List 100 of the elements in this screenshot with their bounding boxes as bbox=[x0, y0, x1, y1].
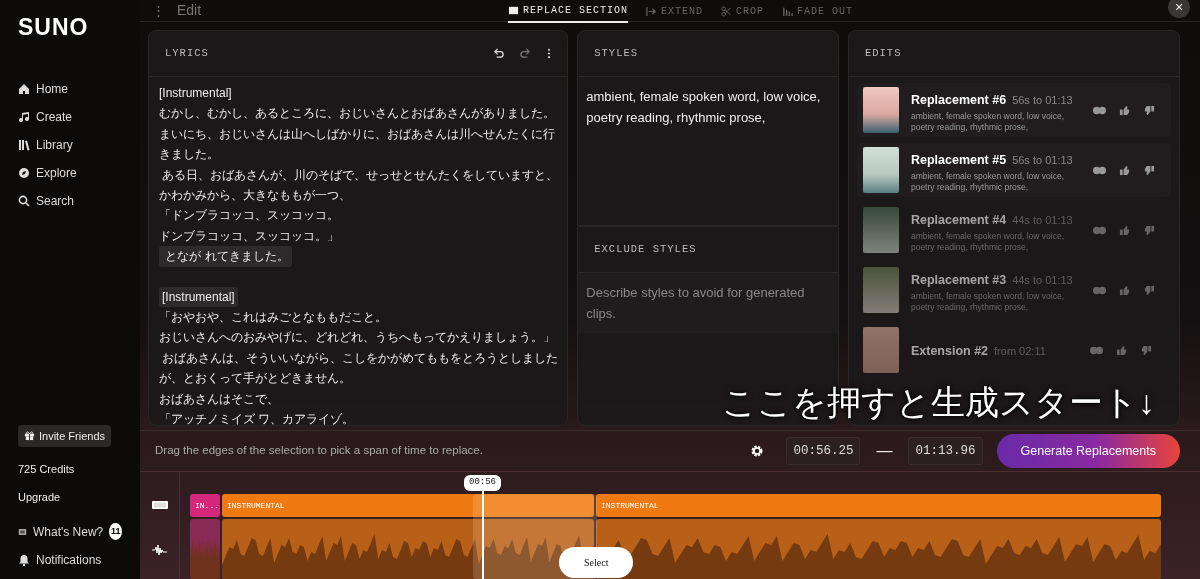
section-label: INSTRUMENTAL bbox=[222, 494, 594, 517]
redo-icon bbox=[520, 48, 532, 59]
notifications-link[interactable]: Notifications bbox=[18, 551, 122, 568]
thumbs-down-icon bbox=[1142, 104, 1156, 116]
thumbs-down-icon bbox=[1142, 284, 1156, 296]
lyric-line: ある日、おばあさんが、川のそばで、せっせとせんたくをしていますと、かわかみから、大きなももが一つ、 bbox=[159, 166, 560, 205]
panel-title: EDITS bbox=[864, 45, 902, 61]
edit-item[interactable]: Replacement #5 56s to 01:13 ambient, female spoken word, low voice, poetry reading, rhythmic prose, bbox=[856, 143, 1171, 197]
section-label: IN... bbox=[190, 494, 220, 517]
edit-title: Replacement #3 bbox=[910, 273, 1007, 287]
library-icon bbox=[18, 139, 30, 151]
photo-placeholder bbox=[862, 207, 899, 253]
edit-item[interactable]: Replacement #6 56s to 01:13 ambient, female spoken word, low voice, poetry reading, rhythmic prose, bbox=[856, 83, 1171, 137]
nav-link[interactable]: Home bbox=[18, 80, 122, 98]
edit-range: 44s to 01:13 bbox=[1012, 274, 1073, 286]
nav-link[interactable]: Explore bbox=[18, 164, 122, 182]
upgrade-link[interactable]: Upgrade bbox=[18, 488, 122, 505]
rectangle-icon bbox=[508, 5, 519, 16]
music-note-icon bbox=[18, 111, 30, 123]
more-menu-button[interactable]: ⋮ bbox=[152, 0, 165, 21]
hint-text: Drag the edges of the selection to pick a span of time to replace. bbox=[155, 443, 483, 459]
page-title: Edit bbox=[177, 1, 202, 20]
lyric-line: 「ドンブラコッコ、スッコッコ。 bbox=[159, 207, 340, 225]
time-field[interactable]: 01:13.96 bbox=[908, 436, 983, 466]
dash-text: — bbox=[876, 441, 893, 461]
bars-icon bbox=[782, 6, 794, 17]
compare-icon bbox=[1090, 344, 1103, 356]
nav-link[interactable]: Library bbox=[18, 136, 122, 154]
generate-button[interactable]: Generate Replacements bbox=[996, 433, 1180, 469]
thumbs-down-icon bbox=[1142, 164, 1156, 176]
thumbs-up-icon bbox=[1117, 224, 1131, 236]
credits-text: 725 Credits bbox=[18, 462, 76, 477]
lyric-line: 「おやおや、これはみごとなももだこと。 bbox=[159, 309, 388, 327]
gift-icon bbox=[24, 430, 35, 442]
select-button[interactable]: Select bbox=[559, 547, 634, 578]
logo: SUNO bbox=[18, 13, 90, 42]
edit-title: Replacement #4 bbox=[910, 213, 1007, 227]
photo-placeholder bbox=[862, 267, 899, 313]
edit-range: 56s to 01:13 bbox=[1012, 94, 1073, 106]
panel-title: EXCLUDE STYLES bbox=[594, 241, 697, 257]
time-field[interactable]: 00:56.25 bbox=[786, 436, 861, 466]
thumbs-down-icon bbox=[1140, 344, 1153, 356]
photo-placeholder bbox=[862, 147, 899, 193]
whats-new-link[interactable]: What's New? 11 bbox=[18, 523, 122, 540]
edit-styles: ambient, female spoken word, low voice, poetry reading, rhythmic prose, bbox=[910, 231, 1065, 253]
styles-text: ambient, female spoken word, low voice, poetry reading, rhythmic prose, bbox=[585, 88, 822, 127]
edit-title: Extension #2 bbox=[910, 344, 989, 358]
compare-icon bbox=[1092, 164, 1106, 176]
panel-title: LYRICS bbox=[165, 45, 209, 61]
arrow-right-icon bbox=[646, 6, 657, 17]
edit-title: Replacement #6 bbox=[910, 93, 1007, 107]
search-icon bbox=[18, 195, 30, 207]
caption-text: ここを押すと生成スタート↓ bbox=[722, 382, 1155, 422]
compass-icon bbox=[18, 167, 30, 179]
edit-range: 44s to 01:13 bbox=[1012, 214, 1073, 226]
sections-icon bbox=[151, 500, 168, 510]
lyric-line: むかし、むかし、あるところに、おじいさんとおばあさんがありました。まいにち、おじいさんは山へしばかりに、おばあさんは川へせんたくに行きました。 bbox=[159, 105, 556, 164]
lyric-line: おばあさんはそこで、 bbox=[159, 390, 280, 408]
nav-link[interactable]: Create bbox=[18, 108, 122, 126]
thumbs-up-icon bbox=[1117, 164, 1131, 176]
count-badge: 11 bbox=[109, 523, 122, 540]
thumbs-up-icon bbox=[1117, 104, 1131, 116]
edit-styles: ambient, female spoken word, low voice, poetry reading, rhythmic prose, bbox=[910, 171, 1065, 193]
edit-item[interactable]: Replacement #4 44s to 01:13 ambient, female spoken word, low voice, poetry reading, rhythmic prose, bbox=[856, 203, 1171, 257]
section-label: INSTRUMENTAL bbox=[596, 494, 1161, 517]
lyric-line: おばあさんは、そういいながら、こしをかがめてももをとろうとしましたが、とおくって手がとどきません。 bbox=[159, 349, 560, 388]
lyric-line: 「アッチノミイズ ワ、カアライゾ。 bbox=[159, 411, 356, 429]
edit-title: Replacement #5 bbox=[910, 153, 1007, 167]
thumbs-up-icon bbox=[1115, 344, 1128, 356]
waveform-icon bbox=[151, 544, 168, 556]
edit-range: from 02:11 bbox=[994, 345, 1046, 357]
link-label: What's New? bbox=[32, 523, 104, 541]
more-icon bbox=[547, 48, 552, 59]
photo-placeholder bbox=[862, 87, 899, 133]
compare-icon bbox=[1092, 284, 1106, 296]
playhead-time: 00:56 bbox=[464, 475, 501, 491]
compare-icon bbox=[1092, 104, 1106, 116]
undo-icon bbox=[493, 48, 505, 59]
panel-title: STYLES bbox=[594, 45, 639, 61]
invite-friends-button[interactable]: Invite Friends bbox=[18, 424, 112, 447]
edit-styles: ambient, female spoken word, low voice, poetry reading, rhythmic prose, bbox=[910, 291, 1065, 313]
lyric-line: おじいさんへのおみやげに、どれどれ、うちへもってかえりましょう。」 bbox=[159, 329, 556, 347]
bell-icon bbox=[18, 553, 30, 566]
nav-link[interactable]: Search bbox=[18, 192, 122, 210]
close-button[interactable]: × bbox=[1168, 0, 1190, 18]
settings-icon bbox=[750, 444, 765, 458]
photo-placeholder bbox=[862, 327, 899, 373]
home-icon bbox=[18, 83, 30, 95]
lyric-line: [Instrumental] bbox=[159, 85, 233, 102]
edit-item[interactable]: Extension #2 from 02:11 bbox=[856, 323, 1171, 377]
tab[interactable]: REPLACE SECTION bbox=[508, 0, 628, 23]
edit-item[interactable]: Replacement #3 44s to 01:13 ambient, female spoken word, low voice, poetry reading, rhythmic prose, bbox=[856, 263, 1171, 317]
lyric-line: ドンブラコッコ、スッコッコ。」 bbox=[159, 227, 340, 245]
edit-styles: ambient, female spoken word, low voice, poetry reading, rhythmic prose, bbox=[910, 111, 1065, 133]
scissors-icon bbox=[721, 6, 733, 17]
thumbs-down-icon bbox=[1142, 224, 1156, 236]
compare-icon bbox=[1092, 224, 1106, 236]
edit-range: 56s to 01:13 bbox=[1012, 154, 1073, 166]
tab[interactable]: FADE OUT bbox=[782, 0, 854, 23]
thumbs-up-icon bbox=[1117, 284, 1131, 296]
